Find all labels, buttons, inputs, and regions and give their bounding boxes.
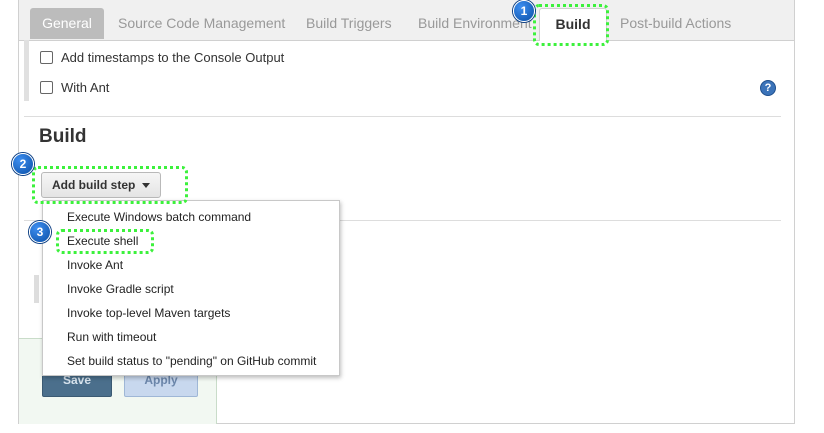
- section-divider: [24, 116, 781, 117]
- menu-item-invoke-maven[interactable]: Invoke top-level Maven targets: [67, 306, 230, 320]
- build-section-heading: Build: [39, 126, 87, 147]
- with-ant-checkbox[interactable]: [40, 80, 53, 94]
- menu-item-invoke-ant[interactable]: Invoke Ant: [67, 258, 123, 272]
- menu-item-execute-shell[interactable]: Execute shell: [67, 234, 138, 248]
- help-icon[interactable]: ?: [760, 80, 776, 96]
- menu-item-set-build-status[interactable]: Set build status to "pending" on GitHub …: [67, 354, 316, 368]
- with-ant-label: With Ant: [61, 79, 110, 95]
- menu-item-run-with-timeout[interactable]: Run with timeout: [67, 330, 156, 344]
- option-add-timestamps[interactable]: Add timestamps to the Console Output: [40, 49, 284, 65]
- tab-source-code-management[interactable]: Source Code Management: [118, 8, 285, 39]
- menu-item-invoke-gradle[interactable]: Invoke Gradle script: [67, 282, 174, 296]
- add-build-step-button[interactable]: Add build step: [41, 172, 161, 198]
- section-indent-bar: [24, 40, 29, 101]
- tab-build-triggers[interactable]: Build Triggers: [306, 8, 392, 39]
- step-badge-3: 3: [29, 221, 51, 243]
- chevron-down-icon: [142, 183, 150, 188]
- menu-item-execute-windows-batch[interactable]: Execute Windows batch command: [67, 210, 251, 224]
- option-with-ant[interactable]: With Ant: [40, 79, 109, 95]
- step-badge-1: 1: [513, 0, 535, 22]
- step-badge-2: 2: [12, 153, 34, 175]
- hidden-section-bar: [34, 275, 39, 303]
- tab-general[interactable]: General: [30, 8, 104, 39]
- tab-build[interactable]: Build: [539, 8, 607, 41]
- build-step-dropdown-menu: Execute Windows batch command Execute sh…: [42, 200, 340, 376]
- add-build-step-label: Add build step: [52, 178, 136, 192]
- tab-post-build-actions[interactable]: Post-build Actions: [620, 8, 731, 39]
- config-tab-bar: General Source Code Management Build Tri…: [19, 0, 794, 41]
- timestamps-checkbox[interactable]: [40, 50, 53, 64]
- timestamps-label: Add timestamps to the Console Output: [61, 49, 285, 65]
